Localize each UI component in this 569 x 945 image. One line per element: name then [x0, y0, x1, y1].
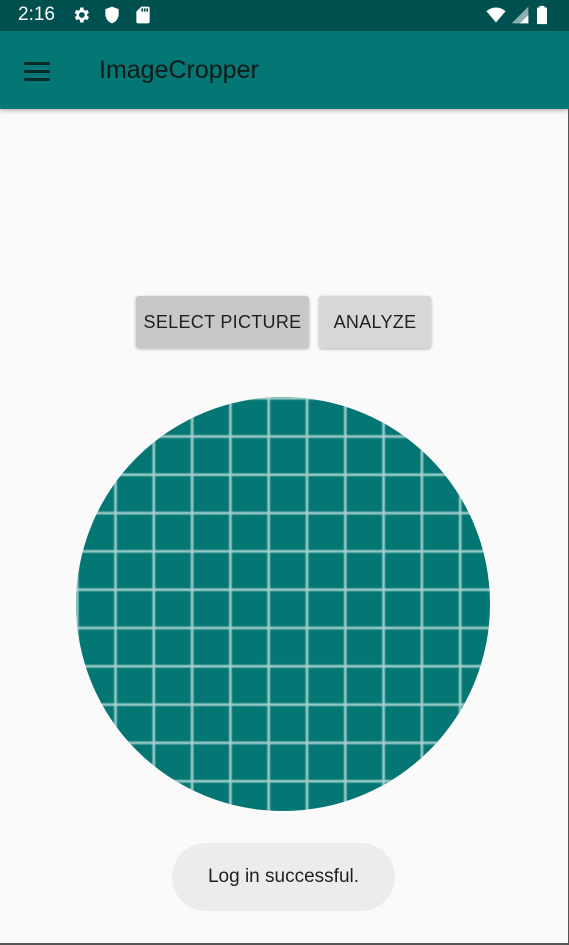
shield-icon	[105, 6, 119, 24]
status-time: 2:16	[18, 4, 55, 25]
hamburger-menu-icon[interactable]	[16, 51, 58, 91]
settings-gear-icon	[74, 7, 89, 23]
signal-icon	[511, 6, 529, 24]
status-bar: 2:16	[0, 0, 569, 31]
sd-card-icon	[136, 6, 150, 24]
select-picture-button[interactable]: SELECT PICTURE	[136, 296, 309, 348]
app-title: ImageCropper	[99, 56, 259, 84]
wifi-icon	[486, 7, 506, 23]
crop-image-view[interactable]	[76, 397, 490, 811]
toast-message: Log in successful.	[172, 843, 395, 911]
app-bar: ImageCropper	[0, 31, 569, 109]
battery-icon	[537, 5, 547, 25]
analyze-button[interactable]: ANALYZE	[319, 296, 431, 348]
